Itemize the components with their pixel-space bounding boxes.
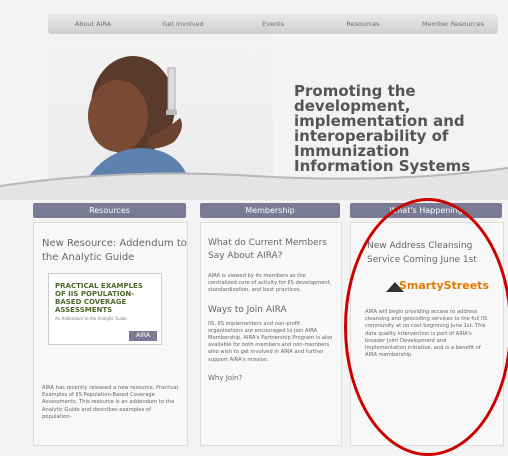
resource-cover[interactable]: PRACTICAL EXAMPLES OF IIS POPULATION-BAS… xyxy=(48,273,162,345)
membership-body: AIRA is viewed by its members as the cen… xyxy=(208,273,332,294)
resources-body: AIRA has recently released a new resourc… xyxy=(42,385,179,420)
highlight-circle xyxy=(344,198,508,456)
hero-photo xyxy=(48,38,273,180)
membership-column: What do Current Members Say About AIRA? … xyxy=(200,222,342,446)
nav-get-involved[interactable]: Get Involved xyxy=(138,20,228,28)
resources-header[interactable]: Resources xyxy=(33,203,186,218)
decorative-wave xyxy=(0,167,508,200)
ways-to-join-title[interactable]: Ways to Join AIRA xyxy=(208,305,341,315)
nav-resources[interactable]: Resources xyxy=(318,20,408,28)
top-nav: About AIRA Get Involved Events Resources… xyxy=(48,14,498,34)
cover-logo: AIRA xyxy=(129,331,157,341)
nurse-illustration-icon xyxy=(88,56,188,178)
membership-title[interactable]: What do Current Members Say About AIRA? xyxy=(208,237,341,263)
ways-to-join-body: IIS, IIS implementers and non-profit org… xyxy=(208,320,333,363)
hero-banner: Promoting the development, implementatio… xyxy=(48,38,498,180)
cover-subtitle: An Addendum to the Analytic Guide xyxy=(55,316,127,321)
nav-events[interactable]: Events xyxy=(228,20,318,28)
nav-member-resources[interactable]: Member Resources xyxy=(408,20,498,28)
resources-title[interactable]: New Resource: Addendum to the Analytic G… xyxy=(42,237,187,265)
why-join-link[interactable]: Why Join? xyxy=(208,374,341,382)
cover-title: PRACTICAL EXAMPLES OF IIS POPULATION-BAS… xyxy=(55,282,143,314)
nav-about[interactable]: About AIRA xyxy=(48,20,138,28)
membership-header[interactable]: Membership xyxy=(200,203,340,218)
resources-column: New Resource: Addendum to the Analytic G… xyxy=(33,222,188,446)
